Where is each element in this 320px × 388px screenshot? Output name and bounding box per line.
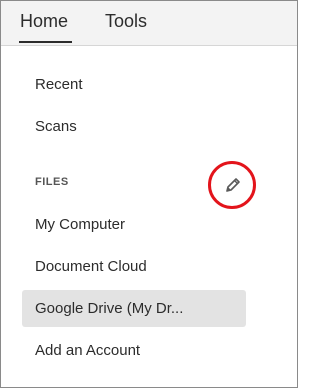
pencil-icon bbox=[226, 178, 240, 192]
files-item-label: My Computer bbox=[35, 216, 126, 233]
files-item-label: Google Drive (My Dr... bbox=[35, 300, 184, 317]
files-item-document-cloud[interactable]: Document Cloud bbox=[22, 248, 246, 285]
files-item-add-account[interactable]: Add an Account bbox=[22, 332, 246, 369]
window: Home Tools Recent Scans FILES My Compute… bbox=[0, 0, 298, 388]
tab-bar: Home Tools bbox=[1, 1, 297, 46]
tab-home[interactable]: Home bbox=[20, 11, 68, 32]
files-item-my-computer[interactable]: My Computer bbox=[22, 206, 246, 243]
nav-item-label: Recent bbox=[35, 76, 83, 93]
files-item-google-drive[interactable]: Google Drive (My Dr... bbox=[22, 290, 246, 327]
active-tab-indicator bbox=[19, 41, 72, 43]
files-section-label: FILES bbox=[35, 176, 69, 188]
files-item-label: Add an Account bbox=[35, 342, 141, 359]
nav-item-label: Scans bbox=[35, 118, 77, 135]
nav-item-recent[interactable]: Recent bbox=[22, 66, 246, 103]
edit-files-button[interactable] bbox=[208, 161, 256, 209]
home-panel: Recent Scans FILES My Computer Document … bbox=[1, 46, 297, 387]
nav-item-scans[interactable]: Scans bbox=[22, 108, 246, 145]
files-item-label: Document Cloud bbox=[35, 258, 147, 275]
tab-tools[interactable]: Tools bbox=[105, 11, 147, 32]
